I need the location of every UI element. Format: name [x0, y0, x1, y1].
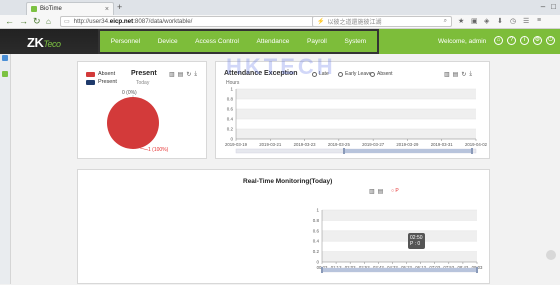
present-panel: Absent Present Present Today ▥ ▤ ↻ ⤓ 0 (… — [77, 61, 207, 159]
menu-payroll[interactable]: Payroll — [307, 38, 327, 45]
y-tick-label: 0 — [316, 260, 319, 265]
menu-system[interactable]: System — [344, 38, 366, 45]
bolt-icon: ⚡ — [317, 19, 325, 25]
tools-icon[interactable]: ☰ — [523, 17, 529, 25]
browser-sidebar — [0, 29, 11, 284]
x-tick-label: 2019-03-21 — [259, 142, 282, 147]
window-controls: – □ — [541, 2, 556, 11]
info-icon[interactable]: i — [520, 36, 529, 45]
realtime-line-chart: 00.20.40.60.8100:2301:1302:0302:5303:430… — [313, 208, 483, 273]
bookmark-icon[interactable]: ★ — [458, 17, 464, 25]
realtime-monitoring-panel: Real-Time Monitoring(Today) ▥ ▤ ○ P 0 0.2… — [77, 169, 490, 284]
grid-band — [236, 129, 476, 139]
page-icon: ▭ — [64, 19, 70, 25]
app-header: ZKTeco Personnel Device Access Control A… — [0, 29, 560, 54]
zoom-window — [344, 149, 472, 153]
grid-band — [322, 230, 477, 242]
shield-icon[interactable]: ◈ — [484, 17, 489, 25]
zkteco-logo: ZKTeco — [27, 35, 61, 50]
zoom-handle — [321, 267, 323, 273]
forward-icon[interactable]: → — [19, 15, 28, 28]
url-text[interactable]: http://user34.eicp.net:8087/data/worktab… — [74, 18, 318, 25]
x-tick-label: 2019-03-25 — [328, 142, 351, 147]
new-tab-button[interactable]: + — [117, 2, 122, 12]
x-tick-label: 2019-03-31 — [431, 142, 454, 147]
favicon-icon — [31, 6, 37, 12]
y-tick-label: 0.8 — [313, 218, 320, 223]
x-tick-label: 2019-03-29 — [396, 142, 419, 147]
y-tick-label: 0.2 — [313, 249, 320, 254]
menu-access-control[interactable]: Access Control — [195, 38, 239, 45]
power-icon[interactable]: ⏻ — [546, 36, 555, 45]
menu-attendance[interactable]: Attendance — [257, 38, 290, 45]
y-tick-label: 0.6 — [313, 228, 320, 233]
history-icon[interactable]: ◷ — [510, 17, 516, 25]
home-nav-icon[interactable]: ⌂ — [46, 15, 51, 28]
help-icon[interactable]: ? — [507, 36, 516, 45]
minimize-icon[interactable]: – — [541, 2, 545, 11]
address-bar[interactable]: ▭ http://user34.eicp.net:8087/data/workt… — [60, 16, 322, 27]
menu-personnel[interactable]: Personnel — [111, 38, 140, 45]
settings-icon[interactable]: ⚙ — [533, 36, 542, 45]
pie-leader-line — [139, 147, 149, 151]
welcome-text: Welcome, admin — [438, 38, 487, 45]
y-tick-label: 0.8 — [227, 97, 234, 102]
chart-tooltip: 02:50 P : 0 — [408, 233, 425, 249]
header-icons: ⌂ ? i ⚙ ⏻ — [494, 36, 555, 45]
search-icon[interactable]: ⌕ — [444, 18, 447, 25]
grid-band — [236, 109, 476, 119]
tab-title: BioTime — [40, 6, 62, 12]
y-tick-label: 0.2 — [227, 127, 234, 132]
x-tick-label: 2019-04-02 — [465, 142, 488, 147]
right-edge-decoration — [540, 60, 560, 284]
grid-band — [236, 89, 476, 99]
y-tick-label: 0.4 — [227, 117, 234, 122]
pie-chart — [107, 95, 159, 151]
home-icon[interactable]: ⌂ — [494, 36, 503, 45]
browser-tab[interactable]: BioTime × — [26, 2, 114, 15]
grid-band — [322, 210, 477, 221]
browser-tab-strip: BioTime × + – □ — [0, 0, 560, 15]
back-icon[interactable]: ← — [5, 15, 14, 28]
y-tick-label: 0.6 — [227, 107, 234, 112]
menu-device[interactable]: Device — [158, 38, 178, 45]
zoom-handle — [343, 148, 345, 154]
y-tick-label: 0.4 — [313, 239, 320, 244]
scroll-up-icon[interactable] — [546, 250, 556, 260]
zoom-handle — [476, 267, 478, 273]
notes-icon[interactable] — [2, 55, 8, 61]
y-tick-label: 1 — [316, 208, 319, 213]
refresh-icon[interactable]: ↻ — [33, 15, 41, 28]
menu-icon[interactable]: ≡ — [537, 17, 541, 24]
zoom-handle — [471, 148, 473, 154]
maximize-icon[interactable]: □ — [551, 2, 556, 11]
grid-band — [322, 251, 477, 262]
apps-icon[interactable] — [2, 71, 8, 77]
y-tick-label: 0 — [230, 137, 233, 142]
x-tick-label: 2019-03-23 — [294, 142, 317, 147]
main-menu: Personnel Device Access Control Attendan… — [98, 29, 379, 54]
x-tick-label: 2019-03-27 — [362, 142, 385, 147]
close-icon[interactable]: × — [105, 6, 109, 13]
zoom-window — [322, 268, 477, 272]
x-tick-label: 2019-03-19 — [225, 142, 248, 147]
pie-slice-absent — [107, 97, 159, 149]
watermark-text: HKTECH — [226, 54, 336, 79]
search-box[interactable]: ⚡ 以彼之道還施彼江湖 ⌕ — [312, 16, 452, 27]
search-input[interactable]: 以彼之道還施彼江湖 — [327, 17, 440, 26]
extension-icon[interactable]: ▣ — [471, 17, 478, 25]
pie-label-absent: 1 (100%) — [148, 147, 169, 153]
y-tick-label: 1 — [230, 87, 233, 92]
download-icon[interactable]: ⬇ — [497, 17, 503, 25]
browser-toolbar: ← → ↻ ⌂ ▭ http://user34.eicp.net:8087/da… — [0, 15, 560, 29]
user-name[interactable]: admin — [469, 38, 487, 45]
